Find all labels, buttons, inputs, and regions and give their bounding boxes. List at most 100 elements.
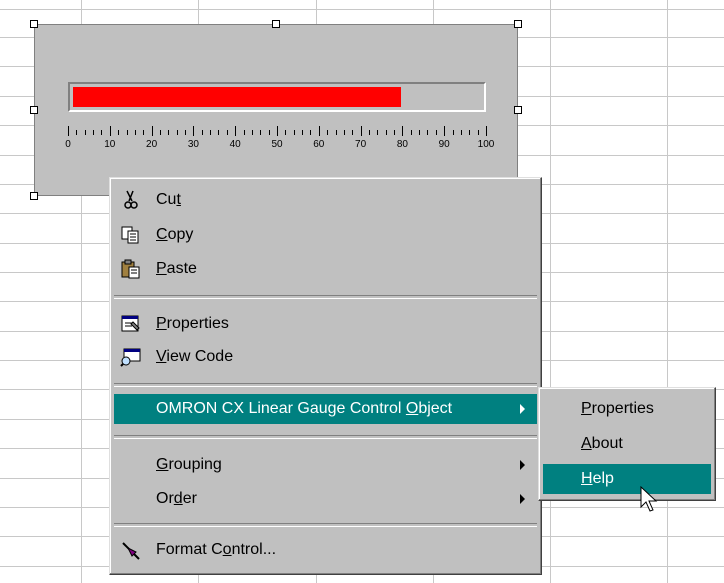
menu-item-label: Cut xyxy=(156,191,181,208)
copy-icon xyxy=(121,226,139,244)
gauge-scale-tick xyxy=(419,130,421,135)
gauge-scale-tick xyxy=(277,126,278,136)
gauge-scale-tick xyxy=(159,130,161,135)
gauge-scale-tick xyxy=(460,130,462,135)
gauge-scale-tick xyxy=(318,126,320,136)
menu-separator xyxy=(114,295,537,299)
gauge-scale-label: 0 xyxy=(65,139,71,150)
gauge-scale-tick xyxy=(151,126,153,136)
gauge-scale-tick xyxy=(201,130,203,135)
gauge-scale-tick xyxy=(444,126,446,136)
gauge-scale-tick xyxy=(193,126,195,136)
gauge-scale-tick xyxy=(176,130,178,135)
menu-item-paste[interactable]: Paste xyxy=(114,254,537,284)
gauge-scale-tick xyxy=(435,130,437,135)
gauge-scale-tick xyxy=(109,126,111,136)
gauge-scale-tick xyxy=(143,130,145,135)
gauge-scale-tick xyxy=(93,130,95,135)
gauge-scale-tick xyxy=(260,130,262,135)
gauge-scale-tick xyxy=(427,130,429,135)
menu-item-copy[interactable]: Copy xyxy=(114,220,537,250)
gauge-scale-tick xyxy=(368,130,370,135)
gauge-scale-tick xyxy=(477,130,479,135)
context-menu: Cut Copy Paste Properties View Code OMRO… xyxy=(109,177,542,575)
gauge-scale-tick xyxy=(134,130,136,135)
menu-item-label: Order xyxy=(156,490,197,507)
menu-item-label: Format Control... xyxy=(156,541,277,558)
menu-item-properties[interactable]: Properties xyxy=(114,309,537,339)
gauge-scale-label: 70 xyxy=(355,139,367,150)
gauge-scale-label: 10 xyxy=(104,139,116,150)
gauge-scale-tick xyxy=(486,126,487,136)
gauge-scale-tick xyxy=(360,126,362,136)
gauge-scale-tick xyxy=(469,130,471,135)
gauge-scale-tick xyxy=(235,126,237,136)
submenu-arrow-icon xyxy=(520,460,525,470)
gauge-scale-tick xyxy=(84,130,86,135)
gauge-scale-label: 30 xyxy=(187,139,199,150)
menu-separator xyxy=(114,435,537,439)
properties-icon xyxy=(121,315,140,332)
menu-item-label: View Code xyxy=(156,348,234,365)
menu-item-label: About xyxy=(581,435,623,452)
gauge-scale: 0 10 20 30 40 50 60 70 80 90 100 xyxy=(35,120,519,160)
menu-item-label: Properties xyxy=(156,315,229,332)
gauge-scale-tick xyxy=(168,130,170,135)
gauge-track xyxy=(68,82,486,112)
menu-separator xyxy=(114,523,537,527)
resize-handle-right[interactable] xyxy=(514,106,522,114)
menu-item-format-control[interactable]: Format Control... xyxy=(114,535,537,565)
menu-separator xyxy=(114,383,537,387)
submenu-arrow-icon xyxy=(520,404,525,414)
linear-gauge-control[interactable]: 0 10 20 30 40 50 60 70 80 90 100 xyxy=(34,24,518,196)
menu-item-cut[interactable]: Cut xyxy=(114,185,537,215)
submenu-item-properties[interactable]: Properties xyxy=(543,394,711,424)
menu-item-label: Paste xyxy=(156,260,197,277)
gauge-scale-tick xyxy=(251,130,253,135)
gauge-scale-tick xyxy=(402,126,404,136)
menu-item-label: Copy xyxy=(156,226,194,243)
resize-handle-top[interactable] xyxy=(272,20,280,28)
menu-item-view-code[interactable]: View Code xyxy=(114,342,537,372)
gauge-scale-tick xyxy=(126,130,128,135)
gauge-scale-tick xyxy=(101,130,103,135)
gauge-scale-tick xyxy=(218,130,220,135)
menu-item-label: Help xyxy=(581,470,614,487)
menu-item-grouping[interactable]: Grouping xyxy=(114,450,537,480)
menu-item-label: Properties xyxy=(581,400,654,417)
mouse-pointer-icon xyxy=(640,486,658,512)
resize-handle-top-right[interactable] xyxy=(514,20,522,28)
gauge-scale-tick xyxy=(302,130,304,135)
submenu: Properties About Help xyxy=(538,387,716,501)
gauge-scale-label: 20 xyxy=(146,139,158,150)
gauge-scale-tick xyxy=(410,130,412,135)
gauge-scale-tick xyxy=(68,126,69,136)
gauge-scale-tick xyxy=(385,130,387,135)
gauge-scale-label: 100 xyxy=(477,139,495,150)
gauge-scale-tick xyxy=(335,130,337,135)
gauge-scale-tick xyxy=(394,130,396,135)
resize-handle-top-left[interactable] xyxy=(30,20,38,28)
gauge-scale-label: 80 xyxy=(396,139,408,150)
gauge-scale-label: 60 xyxy=(313,139,325,150)
gauge-scale-tick xyxy=(327,130,329,135)
resize-handle-bottom-left[interactable] xyxy=(30,192,38,200)
gauge-scale-tick xyxy=(268,130,270,135)
menu-item-order[interactable]: Order xyxy=(114,484,537,514)
gauge-scale-tick xyxy=(352,130,354,135)
submenu-item-about[interactable]: About xyxy=(543,429,711,459)
gauge-scale-tick xyxy=(293,130,295,135)
gauge-scale-tick xyxy=(226,130,228,135)
format-control-icon xyxy=(122,542,140,560)
gauge-scale-tick xyxy=(343,130,345,135)
gauge-bar-fill xyxy=(73,87,401,107)
gauge-scale-tick xyxy=(185,130,187,135)
submenu-item-help[interactable]: Help xyxy=(543,464,711,494)
menu-item-gauge-control-object[interactable]: OMRON CX Linear Gauge Control Object xyxy=(114,394,537,424)
gauge-scale-tick xyxy=(452,130,454,135)
resize-handle-left[interactable] xyxy=(30,106,38,114)
submenu-arrow-icon xyxy=(520,494,525,504)
gauge-scale-tick xyxy=(243,130,245,135)
gauge-scale-tick xyxy=(285,130,287,135)
gauge-scale-tick xyxy=(377,130,379,135)
